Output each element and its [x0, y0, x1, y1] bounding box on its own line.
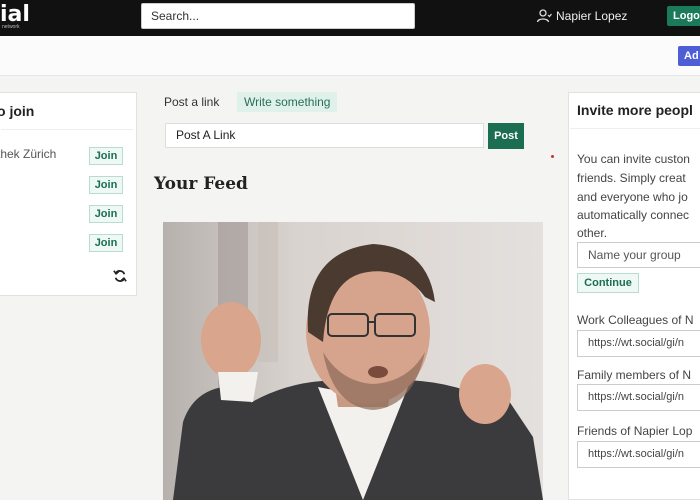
invite-panel-title: Invite more peopl	[577, 102, 693, 118]
join-button[interactable]: Join	[89, 234, 123, 252]
invite-link-field[interactable]: https://wt.social/gi/n	[577, 441, 700, 468]
post-button[interactable]: Post	[488, 123, 524, 149]
invite-link-label: Friends of Napier Lop	[577, 424, 693, 438]
continue-button[interactable]: Continue	[577, 273, 639, 293]
invite-description: friends. Simply creat	[577, 171, 686, 185]
tab-post-a-link[interactable]: Post a link	[157, 92, 226, 112]
tab-write-something[interactable]: Write something	[237, 92, 338, 112]
invite-description: other.	[577, 226, 608, 240]
refresh-icon[interactable]	[113, 269, 127, 283]
top-bar: ial network Search... Napier Lopez Logou…	[0, 0, 700, 36]
group-name: thek Zürich	[0, 147, 57, 161]
divider	[1, 129, 133, 130]
invite-link-label: Family members of N	[577, 368, 692, 382]
logout-button[interactable]: Logout	[667, 6, 700, 26]
man-photo	[163, 222, 543, 500]
invite-description: You can invite custon	[577, 152, 690, 166]
add-button[interactable]: Ad	[678, 46, 700, 66]
feed-post-image[interactable]	[163, 222, 543, 500]
divider	[570, 128, 700, 129]
join-button[interactable]: Join	[89, 176, 123, 194]
user-name[interactable]: Napier Lopez	[556, 9, 627, 23]
search-input[interactable]: Search...	[141, 3, 415, 29]
sub-bar: Ad	[0, 36, 700, 76]
join-button[interactable]: Join	[89, 147, 123, 165]
invite-description: and everyone who jo	[577, 190, 688, 204]
invite-description: automatically connec	[577, 208, 690, 222]
user-icon	[536, 9, 552, 23]
site-logo-subtext: network	[2, 24, 20, 30]
join-button[interactable]: Join	[89, 205, 123, 223]
post-link-input[interactable]: Post A Link	[165, 123, 484, 148]
invite-link-field[interactable]: https://wt.social/gi/n	[577, 330, 700, 357]
groups-panel-title: o join	[0, 103, 35, 119]
notification-dot	[551, 155, 554, 158]
groups-to-join-panel: o join thek Zürich Join Join Join Join	[0, 92, 137, 296]
group-name-input[interactable]: Name your group	[577, 242, 700, 268]
invite-link-label: Work Colleagues of N	[577, 313, 694, 327]
feed-title: Your Feed	[154, 174, 248, 194]
invite-link-field[interactable]: https://wt.social/gi/n	[577, 384, 700, 411]
